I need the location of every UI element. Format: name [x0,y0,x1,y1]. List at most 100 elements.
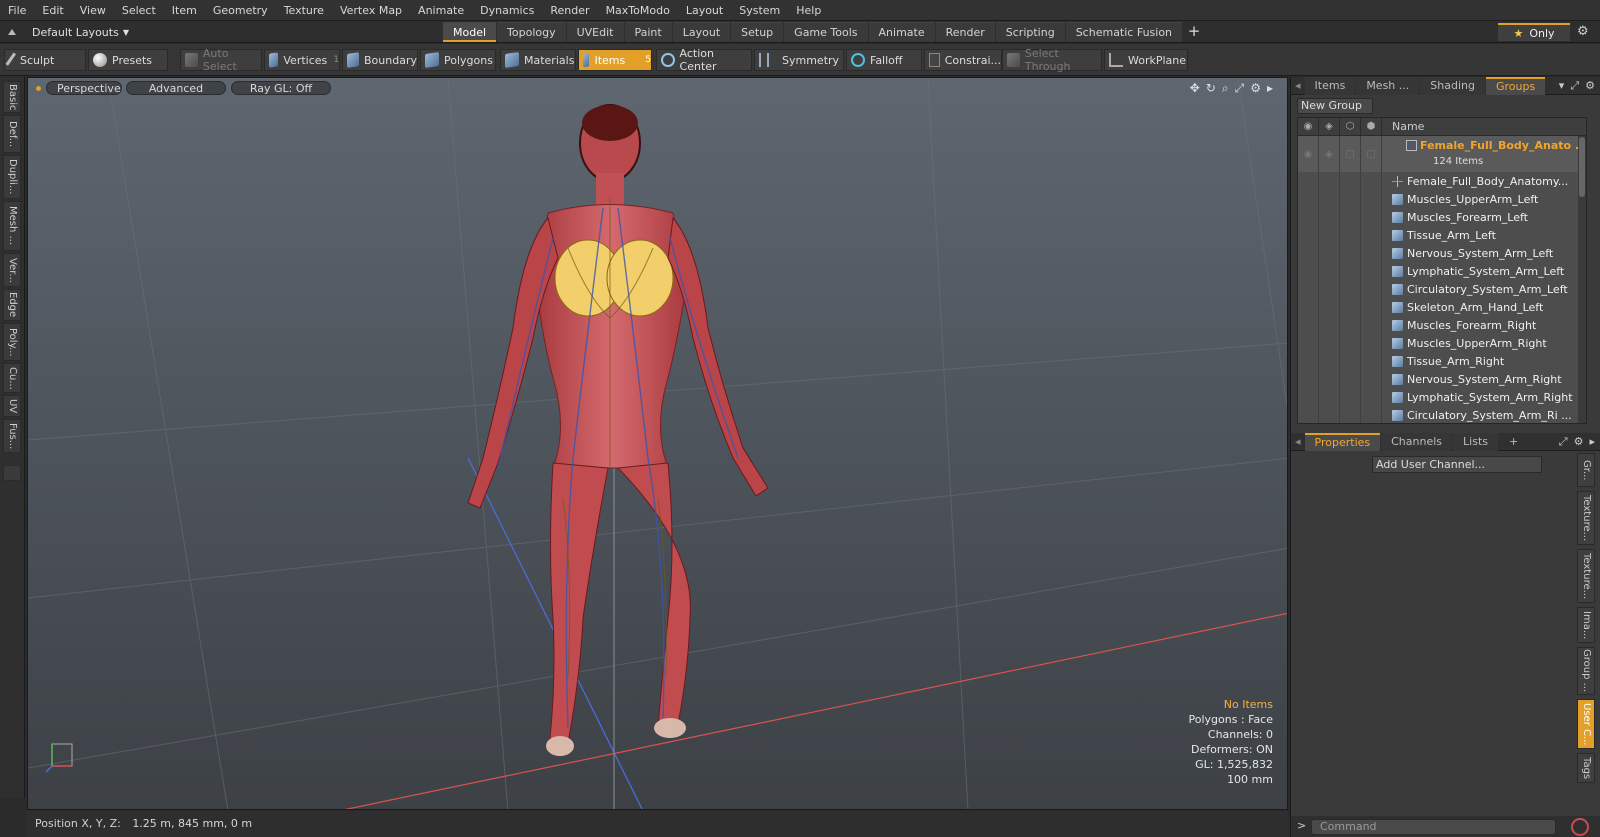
list-item[interactable]: Nervous_System_Arm_Left [1298,244,1586,262]
row-toggle[interactable] [1361,334,1382,352]
list-item[interactable]: Tissue_Arm_Left [1298,226,1586,244]
row-toggle[interactable] [1361,172,1382,190]
select-through-button[interactable]: Select Through [1002,47,1102,73]
row-toggle[interactable] [1298,334,1319,352]
menu-help[interactable]: Help [788,0,829,21]
render-toggle[interactable]: ◈ [1319,136,1340,172]
add-user-channel-button[interactable]: Add User Channel... [1372,456,1542,473]
dropdown-icon[interactable]: ▾ [1559,79,1565,93]
add-tab-icon[interactable]: + [1183,22,1205,42]
left-tab-mesh[interactable]: Mesh ... [3,201,21,251]
row-toggle[interactable] [1340,388,1361,406]
side-tab-tags[interactable]: Tags [1577,753,1595,783]
menu-vertex-map[interactable]: Vertex Map [332,0,410,21]
row-toggle[interactable] [1340,334,1361,352]
list-item[interactable]: Lymphatic_System_Arm_Right [1298,388,1586,406]
row-toggle[interactable] [1361,208,1382,226]
row-toggle[interactable] [1340,172,1361,190]
gear-icon[interactable]: ⚙ [1577,24,1589,39]
panel-tab-groups[interactable]: Groups [1485,76,1546,95]
row-toggle[interactable] [1319,298,1340,316]
row-toggle[interactable] [1340,370,1361,388]
row-toggle[interactable] [1298,172,1319,190]
left-tab-edge[interactable]: Edge [3,289,21,321]
list-item[interactable]: Female_Full_Body_Anatomy... [1298,172,1586,190]
row-toggle[interactable] [1319,262,1340,280]
tab-schematic-fusion[interactable]: Schematic Fusion [1065,22,1183,42]
row-toggle[interactable] [1361,298,1382,316]
tab-animate[interactable]: Animate [868,22,935,42]
menu-dynamics[interactable]: Dynamics [472,0,542,21]
row-toggle[interactable] [1361,262,1382,280]
row-toggle[interactable] [1319,190,1340,208]
menu-view[interactable]: View [72,0,114,21]
row-toggle[interactable] [1319,406,1340,423]
row-toggle[interactable] [1361,352,1382,370]
3d-viewport[interactable]: Perspective Advanced Ray GL: Off ✥ ↻ ⌕ ⤢… [27,77,1288,810]
row-toggle[interactable] [1298,370,1319,388]
render-col-icon[interactable]: ◈ [1319,118,1340,136]
raygl-button[interactable]: Ray GL: Off [231,81,331,95]
side-tab-texture[interactable]: Texture... [1577,491,1595,545]
expand-right-icon[interactable]: ▸ [1589,435,1595,449]
menu-system[interactable]: System [731,0,788,21]
row-toggle[interactable] [1361,190,1382,208]
panel-tab-mesh[interactable]: Mesh ... [1356,76,1420,95]
row-toggle[interactable] [1319,244,1340,262]
tab-uvedit[interactable]: UVEdit [566,22,624,42]
row-toggle[interactable] [1319,316,1340,334]
panel-tab-items[interactable]: Items [1304,76,1356,95]
row-toggle[interactable] [1319,388,1340,406]
row-toggle[interactable] [1319,334,1340,352]
row-toggle[interactable] [1361,370,1382,388]
list-item[interactable]: Muscles_Forearm_Left [1298,208,1586,226]
row-toggle[interactable] [1340,316,1361,334]
row-toggle[interactable] [1298,316,1319,334]
row-toggle[interactable] [1298,262,1319,280]
materials-button[interactable]: Materials [500,49,576,71]
group-name[interactable]: Female_Full_Body_Anato ... [1420,139,1586,152]
name-column-header[interactable]: Name [1382,120,1424,133]
row-toggle[interactable] [1340,190,1361,208]
tab-render[interactable]: Render [935,22,995,42]
menu-file[interactable]: File [0,0,34,21]
list-item[interactable]: Circulatory_System_Arm_Left [1298,280,1586,298]
command-input[interactable]: Command [1311,819,1556,835]
left-tab-toggle[interactable] [3,465,21,481]
tab-topology[interactable]: Topology [497,22,566,42]
panel-gear-icon[interactable]: ⚙ [1574,435,1584,449]
left-tab-def[interactable]: Def... [3,115,21,153]
row-toggle[interactable] [1298,208,1319,226]
row-toggle[interactable] [1361,280,1382,298]
props-tab-channels[interactable]: Channels [1381,432,1453,451]
group-row[interactable]: ◉ ◈ ▢ ▢ Female_Full_Body_Anato ... 124 I… [1298,136,1586,172]
row-toggle[interactable] [1340,244,1361,262]
menu-animate[interactable]: Animate [410,0,472,21]
only-button[interactable]: ★ Only [1498,23,1570,41]
menu-item[interactable]: Item [164,0,205,21]
view-mode-button[interactable]: Perspective [46,81,122,95]
side-tab-user-c[interactable]: User C... [1577,699,1595,749]
row-toggle[interactable] [1298,190,1319,208]
record-icon[interactable] [1571,818,1589,836]
row-toggle[interactable] [1361,406,1382,423]
add-props-tab-icon[interactable]: + [1499,433,1528,451]
select-toggle[interactable]: ▢ [1361,136,1382,172]
menu-render[interactable]: Render [542,0,597,21]
viewport-gear-icon[interactable]: ⚙ [1250,81,1261,96]
panel-gear-icon[interactable]: ⚙ [1585,79,1595,93]
scrollbar-thumb[interactable] [1579,137,1585,197]
maximize-icon[interactable]: ⤢ [1570,79,1579,93]
vertices-button[interactable]: Vertices 1 [264,49,340,71]
left-tab-uv[interactable]: UV [3,395,21,417]
row-toggle[interactable] [1298,388,1319,406]
row-toggle[interactable] [1361,316,1382,334]
row-toggle[interactable] [1319,352,1340,370]
menu-maxtomodo[interactable]: MaxToModo [598,0,678,21]
menu-geometry[interactable]: Geometry [205,0,276,21]
collapse-icon[interactable] [8,29,16,35]
props-tab-properties[interactable]: Properties [1304,432,1381,451]
side-tab-gr[interactable]: Gr... [1577,453,1595,487]
row-toggle[interactable] [1298,280,1319,298]
select-col-icon[interactable]: ⬢ [1361,118,1382,136]
